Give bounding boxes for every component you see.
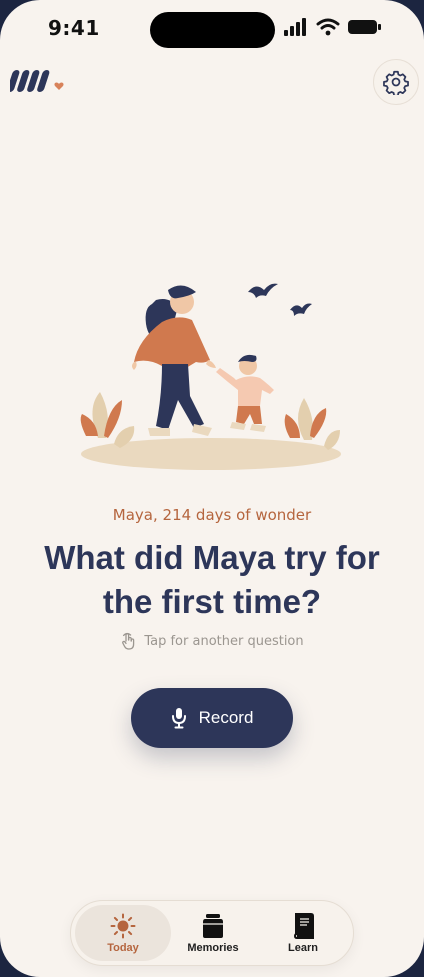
tab-today-label: Today bbox=[107, 941, 139, 954]
another-question-hint[interactable]: Tap for another question bbox=[0, 632, 424, 650]
tab-learn-label: Learn bbox=[288, 941, 318, 954]
gear-icon bbox=[383, 70, 409, 95]
hint-label: Tap for another question bbox=[144, 633, 304, 649]
tab-memories-label: Memories bbox=[187, 941, 239, 954]
dynamic-island bbox=[150, 12, 275, 48]
record-button[interactable]: Record bbox=[131, 688, 293, 748]
tab-today[interactable]: Today bbox=[75, 905, 171, 961]
tab-learn[interactable]: Learn bbox=[255, 905, 351, 961]
bottom-tab-bar: Today Memories Learn bbox=[70, 900, 354, 966]
wifi-icon bbox=[316, 18, 340, 36]
microphone-icon bbox=[171, 708, 186, 729]
tap-hand-icon bbox=[122, 632, 135, 650]
child-age-subtitle: Maya, 214 days of wonder bbox=[112, 506, 312, 524]
signal-icon bbox=[284, 18, 306, 36]
book-icon bbox=[293, 912, 314, 939]
battery-icon bbox=[348, 20, 381, 34]
status-time: 9:41 bbox=[48, 16, 100, 40]
question-prompt[interactable]: What did Maya try for the first time? bbox=[24, 536, 400, 624]
sun-icon bbox=[110, 913, 136, 938]
settings-button[interactable] bbox=[373, 59, 419, 105]
record-label: Record bbox=[198, 708, 254, 727]
mother-child-walking-illustration bbox=[80, 283, 341, 470]
tab-memories[interactable]: Memories bbox=[165, 905, 261, 961]
app-logo-icon bbox=[10, 70, 64, 92]
jar-icon bbox=[203, 913, 223, 938]
app-screen: 9:41 Maya, 214 days of wonder What did M… bbox=[0, 0, 424, 977]
